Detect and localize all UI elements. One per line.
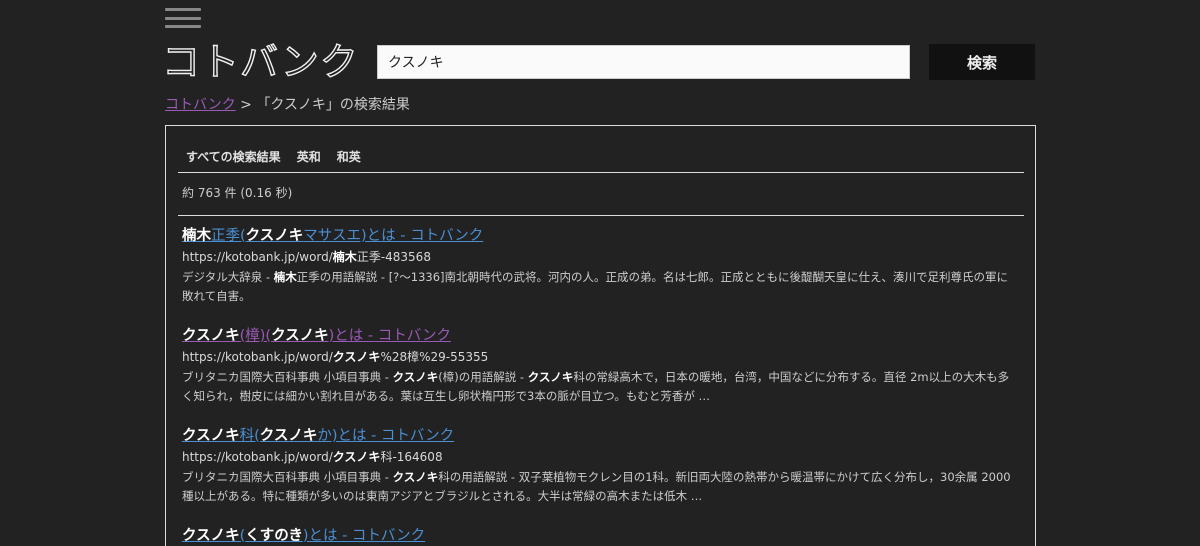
highlighted-term: クスノキ (392, 470, 439, 484)
text-segment: (樟)( (239, 328, 272, 344)
highlighted-term: クスノキ (182, 328, 240, 344)
highlighted-term: クスノキ (182, 428, 240, 444)
highlighted-term: 楠木 (182, 228, 211, 244)
search-input[interactable] (377, 45, 910, 79)
menu-icon[interactable] (165, 8, 201, 28)
breadcrumb: コトバンク > 「クスノキ」の検索結果 (165, 94, 410, 114)
result-url: https://kotobank.jp/word/クスノキ科-164608 (182, 449, 1012, 465)
search-result: 楠木正季(クスノキマサスエ)とは - コトバンク https://kotoban… (182, 226, 1012, 306)
divider (178, 215, 1024, 216)
result-snippet: ブリタニカ国際大百科事典 小項目事典 - クスノキ科の用語解説 - 双子葉植物モ… (182, 468, 1012, 506)
highlighted-term: クスノキ (392, 370, 439, 384)
result-snippet: ブリタニカ国際大百科事典 小項目事典 - クスノキ(樟)の用語解説 - クスノキ… (182, 368, 1012, 406)
breadcrumb-separator: > (235, 97, 257, 113)
highlighted-term: クスノキ (332, 450, 381, 464)
highlighted-term: クスノキ (271, 328, 329, 344)
text-segment: か)とは - コトバンク (317, 428, 455, 444)
highlighted-term: クスノキ (182, 528, 240, 544)
search-button[interactable]: 検索 (929, 44, 1035, 80)
result-url: https://kotobank.jp/word/楠木正季-483568 (182, 249, 1012, 265)
text-segment: %28樟%29-55355 (380, 350, 489, 364)
highlighted-term: クスノキ (259, 428, 318, 444)
highlighted-term: クスノキ (245, 228, 304, 244)
highlighted-term: クスノキ (332, 350, 381, 364)
results-panel: すべての検索結果 英和 和英 約 763 件 (0.16 秒) 楠木正季(クスノ… (165, 125, 1036, 546)
text-segment: https://kotobank.jp/word/ (182, 250, 333, 264)
text-segment: )とは - コトバンク (328, 328, 451, 344)
search-result: クスノキ(くすのき)とは - コトバンク (182, 526, 1012, 546)
page: コトバンク 検索 コトバンク > 「クスノキ」の検索結果 すべての検索結果 英和… (0, 0, 1200, 546)
result-url: https://kotobank.jp/word/クスノキ%28樟%29-553… (182, 349, 1012, 365)
highlighted-term: 楠木 (273, 270, 297, 284)
result-stats: 約 763 件 (0.16 秒) (182, 186, 293, 200)
text-segment: デジタル大辞泉 - (182, 270, 274, 284)
search-result: クスノキ科(クスノキか)とは - コトバンク https://kotobank.… (182, 426, 1012, 506)
text-segment: https://kotobank.jp/word/ (182, 450, 333, 464)
result-tabs: すべての検索結果 英和 和英 (178, 148, 1024, 173)
highlighted-term: 楠木 (332, 250, 357, 264)
text-segment: https://kotobank.jp/word/ (182, 350, 333, 364)
text-segment: マサスエ)とは - コトバンク (303, 228, 484, 244)
result-snippet: デジタル大辞泉 - 楠木正季の用語解説 - [?～1336]南北朝時代の武将。河… (182, 268, 1012, 306)
text-segment: 正季の用語解説 - [?～1336]南北朝時代の武将。河内の人。正成の弟。名は七… (182, 270, 1009, 303)
tab-japanese-english[interactable]: 和英 (329, 148, 369, 172)
tab-all[interactable]: すべての検索結果 (178, 148, 289, 172)
breadcrumb-home-link[interactable]: コトバンク (165, 97, 236, 113)
text-segment: ブリタニカ国際大百科事典 小項目事典 - (182, 470, 393, 484)
text-segment: 正季( (211, 228, 246, 244)
text-segment: )とは - コトバンク (302, 528, 426, 544)
tab-english-japanese[interactable]: 英和 (289, 148, 329, 172)
result-title-link[interactable]: クスノキ科(クスノキか)とは - コトバンク (182, 426, 1012, 446)
text-segment: 科-164608 (380, 450, 443, 464)
highlighted-term: クスノキ (527, 370, 574, 384)
text-segment: 正季-483568 (356, 250, 431, 264)
text-segment: (樟)の用語解説 - (438, 370, 528, 384)
result-title-link[interactable]: クスノキ(樟)(クスノキ)とは - コトバンク (182, 326, 1012, 346)
result-title-link[interactable]: クスノキ(くすのき)とは - コトバンク (182, 526, 1012, 546)
result-title-link[interactable]: 楠木正季(クスノキマサスエ)とは - コトバンク (182, 226, 1012, 246)
search-result: クスノキ(樟)(クスノキ)とは - コトバンク https://kotobank… (182, 326, 1012, 406)
site-logo[interactable]: コトバンク (161, 38, 359, 86)
highlighted-term: くすのき (245, 528, 303, 544)
text-segment: 科( (239, 428, 260, 444)
breadcrumb-current: 「クスノキ」の検索結果 (256, 97, 410, 113)
text-segment: ブリタニカ国際大百科事典 小項目事典 - (182, 370, 393, 384)
